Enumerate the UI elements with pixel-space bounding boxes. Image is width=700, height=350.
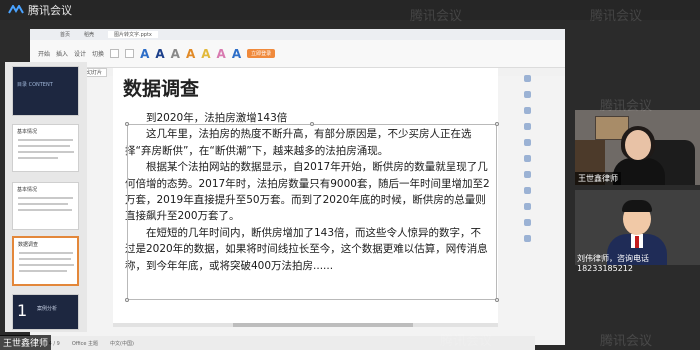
scrollbar-thumb[interactable]: [233, 323, 413, 327]
tool-icon[interactable]: [523, 203, 531, 210]
ribbon-icon[interactable]: [110, 49, 120, 58]
resize-handle[interactable]: [310, 122, 314, 126]
thumbnail-text-line: [18, 197, 73, 199]
tool-icon[interactable]: [523, 219, 531, 226]
resize-handle[interactable]: [125, 298, 129, 302]
participant-video-1[interactable]: 王世鑫律师: [575, 110, 700, 185]
thumbnail-slide-1[interactable]: 目录 CONTENT: [12, 66, 79, 116]
horizontal-scrollbar[interactable]: [113, 323, 498, 327]
share-top-strip: [30, 20, 565, 29]
tool-icon[interactable]: [523, 91, 531, 98]
thumbnail-number: 1: [17, 301, 28, 320]
wordart-style-gray[interactable]: A: [171, 47, 180, 61]
thumbnail-text-line: [18, 145, 70, 147]
thumbnail-text-line: [19, 270, 67, 272]
wps-tab-strip: 首页 稻壳 图片转文字.pptx: [30, 29, 565, 40]
resize-handle[interactable]: [125, 122, 129, 126]
thumbnail-text-line: [18, 209, 72, 211]
watermark: 腾讯会议: [410, 9, 463, 24]
tool-icon[interactable]: [523, 155, 531, 162]
tool-icon[interactable]: [523, 107, 531, 114]
wps-tab-docer[interactable]: 稻壳: [84, 31, 94, 38]
thumbnail-text-line: [18, 151, 74, 153]
app-logo: 腾讯会议: [8, 2, 72, 18]
status-language: 中文(中国): [110, 340, 134, 347]
participant-name: 刘伟律师，咨询电话18233185212: [577, 254, 649, 273]
thumbnail-title: 基本情况: [17, 129, 38, 135]
slide-paragraph: 根据某个法拍网站的数据显示，自2017年开始，断供房的数量就呈现了几何倍增的态势…: [125, 161, 490, 223]
thumbnail-text-line: [19, 264, 74, 266]
thumbnail-slide-3[interactable]: 基本情况: [12, 182, 79, 230]
slide-paragraph: 在短短的几年时间内，断供房增加了143倍，而这些令人惊异的数字，不过是2020年…: [125, 226, 488, 272]
wordart-style-orange[interactable]: A: [186, 47, 195, 61]
wordart-style-pink[interactable]: A: [217, 47, 226, 61]
presenter-name-tag: 王世鑫律师: [0, 335, 52, 350]
slide-paragraph: 到2020年，法拍房激增143倍: [146, 112, 288, 124]
watermark: 腾讯会议: [600, 334, 653, 349]
wordart-style-darkblue[interactable]: A: [155, 47, 164, 61]
thumbnail-text-line: [19, 258, 71, 260]
thumbnail-title: 基本情况: [17, 187, 38, 193]
thumbnail-slide-4-selected[interactable]: 数据调查: [12, 236, 79, 286]
wordart-style-blue[interactable]: A: [140, 47, 149, 61]
resize-handle[interactable]: [495, 298, 499, 302]
wordart-style-yellow[interactable]: A: [201, 47, 210, 61]
ribbon-icon[interactable]: [125, 49, 135, 58]
resize-handle[interactable]: [495, 122, 499, 126]
thumbnail-text-line: [18, 203, 68, 205]
participant-face: [625, 130, 651, 160]
slide-title[interactable]: 数据调查: [123, 74, 199, 101]
watermark: 腾讯会议: [590, 9, 643, 24]
right-tool-strip: [520, 75, 534, 242]
thumbnail-slide-2[interactable]: 基本情况: [12, 124, 79, 172]
thumbnail-slide-5[interactable]: 1 案例分析: [12, 294, 79, 330]
tool-icon[interactable]: [523, 187, 531, 194]
thumbnail-text-line: [18, 139, 73, 141]
tool-icon[interactable]: [523, 123, 531, 130]
tool-icon[interactable]: [523, 235, 531, 242]
ribbon-tab-insert[interactable]: 插入: [56, 49, 68, 58]
watermark: 腾讯会议: [600, 99, 653, 114]
watermark: 腾讯会议: [440, 334, 493, 349]
tool-icon[interactable]: [523, 171, 531, 178]
wps-tab-document[interactable]: 图片转文字.pptx: [108, 31, 158, 38]
tencent-meeting-icon: [8, 5, 24, 14]
thumbnail-title: 数据调查: [18, 242, 39, 248]
wps-ribbon: 开始 插入 设计 切换 A A A A A A A 立即登录: [30, 40, 565, 68]
thumbnail-subtitle: 案例分析: [37, 306, 58, 312]
slide-body-textbox[interactable]: 到2020年，法拍房激增143倍 这几年里，法拍房的热度不断升高，有部分原因是，…: [125, 110, 491, 274]
tool-icon[interactable]: [523, 139, 531, 146]
ribbon-tab-transition[interactable]: 切换: [92, 49, 104, 58]
slide-thumbnail-panel: 目录 CONTENT 基本情况 基本情况 数据调查 1 案例分析: [5, 62, 87, 332]
login-button[interactable]: 立即登录: [247, 49, 276, 58]
participant-name: 王世鑫律师: [575, 172, 621, 185]
thumbnail-text-line: [19, 252, 73, 254]
app-name: 腾讯会议: [28, 4, 72, 17]
slide-paragraph: 这几年里，法拍房的热度不断升高，有部分原因是，不少买房人正在选择“弃房断供”，在…: [125, 128, 472, 157]
ribbon-tab-design[interactable]: 设计: [74, 49, 86, 58]
wordart-style-outline[interactable]: A: [232, 47, 241, 61]
status-theme: Office 主题: [71, 340, 99, 347]
thumbnail-title: 目录 CONTENT: [17, 82, 53, 88]
tool-icon[interactable]: [523, 75, 531, 82]
wps-tab-home[interactable]: 首页: [60, 31, 70, 38]
thumbnail-text-line: [18, 157, 58, 159]
participant-tie: [635, 236, 639, 248]
slide-canvas[interactable]: 数据调查 到2020年，法拍房激增143倍 这几年里，法拍房的热度不断升高，有部…: [113, 68, 499, 323]
participant-hair: [622, 200, 652, 212]
ribbon-tab-start[interactable]: 开始: [38, 49, 50, 58]
